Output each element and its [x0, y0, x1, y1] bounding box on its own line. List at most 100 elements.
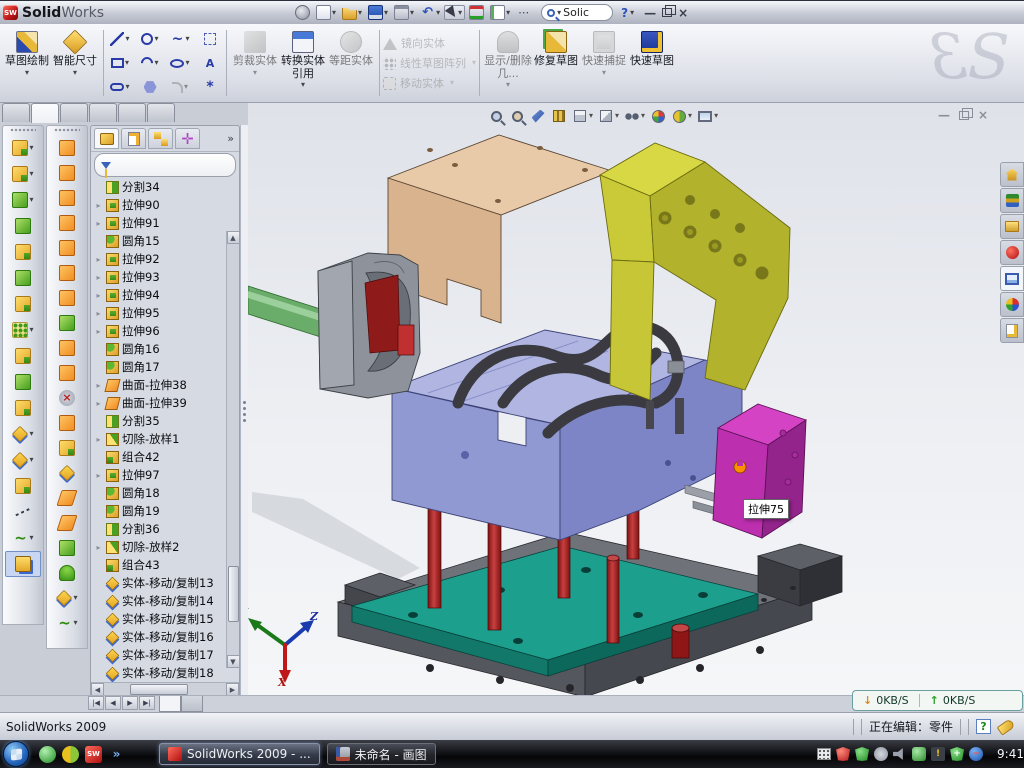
scrollbar-thumb[interactable] — [228, 566, 239, 622]
sprue-rod[interactable] — [248, 286, 330, 340]
tree-item[interactable]: ▸ 圆角19 — [94, 502, 239, 520]
tree-item[interactable]: ▸ 圆角17 — [94, 358, 239, 376]
zoom-fit-icon[interactable]: ▾ — [488, 108, 504, 124]
property-manager-tab[interactable] — [121, 128, 146, 149]
lofted-boss-icon[interactable]: ▾ — [5, 213, 41, 239]
panel-splitter[interactable] — [240, 125, 248, 697]
instant3d-icon[interactable]: ▾ — [5, 291, 41, 317]
tab-evaluate[interactable] — [118, 103, 146, 122]
slot-tool-icon[interactable]: ▾ — [105, 75, 135, 99]
insert-part-icon[interactable]: ▾ — [5, 447, 41, 473]
shut-off-surface-icon[interactable]: ▾ — [49, 510, 85, 535]
design-library-tab-icon[interactable] — [1000, 188, 1024, 213]
mirror-feature-icon[interactable]: ▾ — [5, 473, 41, 499]
parting-surface-icon[interactable]: ▾ — [49, 485, 85, 510]
trim-entities-button[interactable]: 剪裁实体▾ — [231, 27, 279, 99]
quick-launch-messenger-icon[interactable] — [39, 746, 56, 763]
scroll-down-button[interactable]: ▼ — [227, 655, 240, 668]
network-alert-icon[interactable]: ! — [931, 747, 945, 761]
defender-shield-icon[interactable]: + — [950, 747, 964, 761]
appearances-scenes-tab-icon[interactable] — [1000, 292, 1024, 317]
minimize-button[interactable]: — — [644, 7, 656, 19]
last-tab-button[interactable]: ▶| — [139, 696, 155, 710]
pin-icon[interactable]: ▾ — [293, 4, 312, 21]
knit-surface-icon[interactable]: ▾ — [49, 335, 85, 360]
tree-item[interactable]: ▸ 拉伸96 — [94, 322, 239, 340]
menu-item[interactable] — [265, 1, 287, 24]
expand-arrow-icon[interactable]: ▸ — [94, 219, 103, 228]
menu-item[interactable] — [221, 1, 243, 24]
tree-item[interactable]: ▸ 分割36 — [94, 520, 239, 538]
dome-icon[interactable]: ▾ — [49, 560, 85, 585]
polygon-tool-icon[interactable]: ▾ — [135, 75, 165, 99]
tree-item[interactable]: ▸ 拉伸93 — [94, 268, 239, 286]
swept-surface-icon[interactable]: ▾ — [49, 135, 85, 160]
expand-arrow-icon[interactable]: ▸ — [94, 471, 103, 480]
tab-surfaces[interactable] — [60, 103, 88, 122]
spline-tool-icon[interactable]: ~▾ — [165, 27, 195, 51]
draft-analysis-icon[interactable]: ▾ — [49, 535, 85, 560]
bent-surface-icon[interactable]: ▾ — [49, 360, 85, 385]
guard-shield-icon[interactable] — [855, 747, 869, 761]
tree-item[interactable]: ▸ 实体-移动/复制16 — [94, 628, 239, 646]
expand-arrow-icon[interactable]: ▸ — [94, 381, 103, 390]
tree-item[interactable]: ▸ 曲面-拉伸38 — [94, 376, 239, 394]
options-icon[interactable]: ▾ — [488, 4, 512, 21]
smart-dimension-button[interactable]: 智能尺寸▾ — [51, 27, 99, 99]
certificate-icon[interactable] — [874, 747, 888, 761]
quick-launch-chevron[interactable]: » — [108, 746, 125, 763]
expand-arrow-icon[interactable]: ▸ — [94, 255, 103, 264]
tree-item[interactable]: ▸ 实体-移动/复制15 — [94, 610, 239, 628]
tab-model[interactable] — [159, 696, 181, 712]
offset-entities-button[interactable]: 等距实体▾ — [327, 27, 375, 99]
menu-item[interactable] — [199, 1, 221, 24]
rib-icon[interactable]: ▾ — [5, 343, 41, 369]
tree-item[interactable]: ▸ 曲面-拉伸39 — [94, 394, 239, 412]
doc-restore-button[interactable] — [959, 111, 969, 120]
file-explorer-tab-icon[interactable] — [1000, 214, 1024, 239]
tree-item[interactable]: ▸ 实体-移动/复制17 — [94, 646, 239, 664]
quick-launch-suite-icon[interactable] — [62, 746, 79, 763]
edit-appearance-icon[interactable]: ▾ — [650, 108, 666, 124]
extruded-cut-icon[interactable]: ▾ — [5, 265, 41, 291]
extruded-surface-icon[interactable]: ▾ — [49, 185, 85, 210]
graphics-viewport[interactable] — [248, 103, 1024, 695]
line-tool-icon[interactable]: ▾ — [105, 27, 135, 51]
help-button[interactable]: ? — [621, 6, 628, 20]
messenger-icon[interactable] — [912, 747, 926, 761]
quick-snaps-button[interactable]: 快速捕捉▾ — [580, 27, 628, 99]
tab-features[interactable] — [2, 103, 30, 122]
doc-close-button[interactable]: × — [978, 108, 988, 122]
move-entities-button[interactable]: 移动实体▾ — [383, 75, 476, 92]
curves-icon[interactable]: ~▾ — [5, 525, 41, 551]
mold-curves-icon[interactable]: ~▾ — [49, 610, 85, 635]
mirror-entities-button[interactable]: 镜向实体▾ — [383, 35, 476, 52]
linear-sketch-pattern-button[interactable]: 线性草图阵列▾ — [383, 55, 476, 72]
tree-vertical-scrollbar[interactable]: ▲ ▼ — [226, 231, 239, 668]
rectangle-tool-icon[interactable]: ▾ — [105, 51, 135, 75]
close-button[interactable]: × — [678, 7, 688, 19]
reference-geometry-icon[interactable]: ▾ — [5, 499, 41, 525]
undo-icon[interactable]: ↶▾ — [418, 4, 442, 21]
expand-arrow-icon[interactable]: ▸ — [94, 543, 103, 552]
expand-arrow-icon[interactable]: ▸ — [94, 435, 103, 444]
parting-line-icon[interactable]: ▾ — [49, 460, 85, 485]
extruded-boss-icon[interactable]: ▾ — [5, 135, 41, 161]
tree-item[interactable]: ▸ 圆角15 — [94, 232, 239, 250]
repair-sketch-button[interactable]: 修复草图▾ — [532, 27, 580, 99]
insert-mold-part-icon[interactable]: ▾ — [49, 585, 85, 610]
measure-icon[interactable]: ▾ — [5, 551, 41, 577]
start-button[interactable] — [3, 741, 29, 767]
solidworks-resources-tab-icon[interactable] — [1000, 162, 1024, 187]
thicken-icon[interactable]: ▾ — [49, 410, 85, 435]
print-icon[interactable]: ▾ — [392, 4, 416, 21]
split-line-icon[interactable]: ▾ — [49, 310, 85, 335]
tree-item[interactable]: ▸ 拉伸95 — [94, 304, 239, 322]
display-delete-relations-button[interactable]: 显示/删除几...▾ — [484, 27, 532, 99]
menu-item[interactable] — [243, 1, 265, 24]
toolbar-grip[interactable] — [10, 128, 36, 132]
section-view-icon[interactable]: ▾ — [530, 108, 546, 124]
configuration-manager-tab[interactable] — [148, 128, 173, 149]
taskbar-button-solidworks[interactable]: SolidWorks 2009 - ... — [159, 743, 320, 765]
search-box[interactable]: ▾ Solic — [541, 4, 613, 21]
